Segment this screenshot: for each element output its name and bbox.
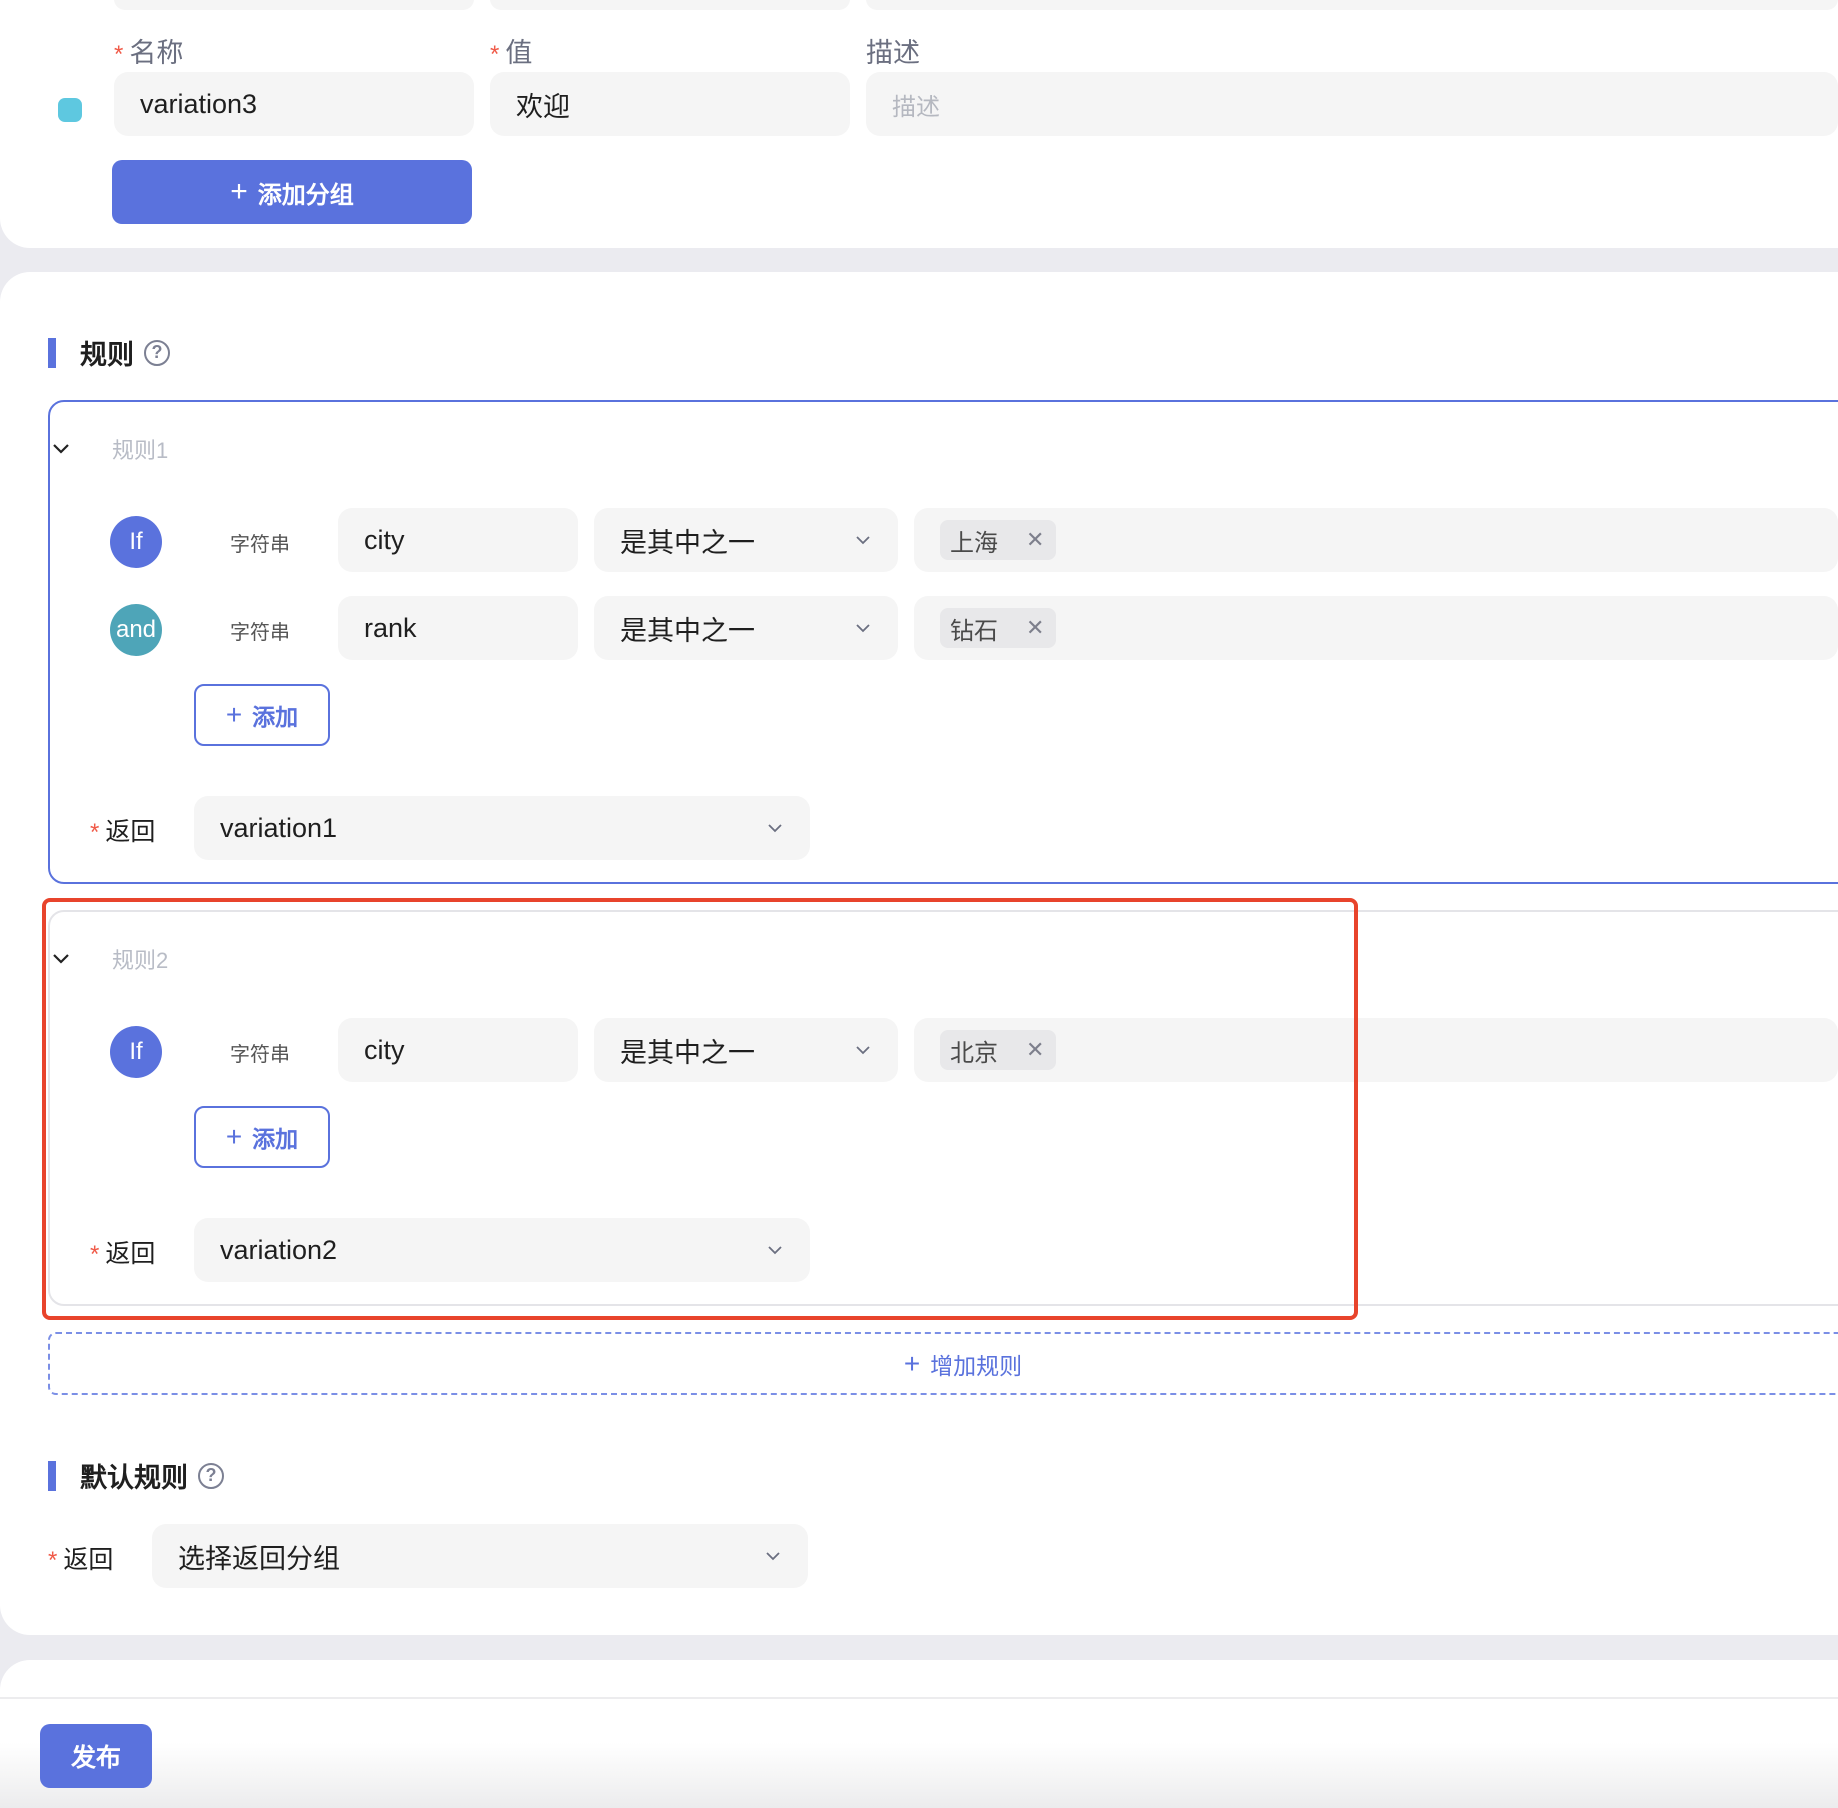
add-group-button[interactable]: + 添加分组 xyxy=(112,160,472,224)
return-variation-select[interactable]: variation1 xyxy=(194,796,810,860)
return-value: variation1 xyxy=(220,812,338,843)
close-icon[interactable]: ✕ xyxy=(1026,615,1044,641)
variation-name-input[interactable]: variation3 xyxy=(114,72,474,136)
values-select[interactable]: 上海 ✕ xyxy=(914,508,1838,572)
publish-button[interactable]: 发布 xyxy=(40,1724,152,1788)
return-label: * 返回 xyxy=(90,812,155,848)
value-tag: 北京 ✕ xyxy=(940,1030,1057,1070)
tag-label: 钻石 xyxy=(950,617,998,645)
value-tag: 钻石 ✕ xyxy=(940,608,1057,648)
rule-2-header[interactable]: 规则2 xyxy=(46,943,168,975)
attribute-type-label: 字符串 xyxy=(230,1044,290,1066)
rule-1-header[interactable]: 规则1 xyxy=(46,433,168,465)
return-label-text: 返回 xyxy=(105,1240,156,1268)
add-condition-button[interactable]: + 添加 xyxy=(194,1106,330,1168)
required-mark: * xyxy=(90,1241,100,1268)
tag-label: 上海 xyxy=(950,529,998,557)
close-icon[interactable]: ✕ xyxy=(1026,1037,1044,1063)
rule-name: 规则1 xyxy=(112,438,169,463)
if-badge: If xyxy=(110,1026,162,1078)
section-accent-bar xyxy=(48,1460,56,1491)
tag-label: 北京 xyxy=(950,1039,998,1067)
return-label: * 返回 xyxy=(90,1234,155,1270)
required-mark: * xyxy=(490,41,500,68)
rule-name: 规则2 xyxy=(112,948,169,973)
close-icon[interactable]: ✕ xyxy=(1026,527,1044,553)
prev-description-input[interactable] xyxy=(866,0,1838,10)
help-icon[interactable]: ? xyxy=(144,339,170,366)
operator-select[interactable]: 是其中之一 xyxy=(594,1018,898,1082)
operator-value: 是其中之一 xyxy=(620,1037,755,1068)
chevron-down-icon xyxy=(766,1552,780,1561)
plus-icon: + xyxy=(230,175,248,208)
plus-icon: + xyxy=(225,699,243,730)
chevron-down-icon xyxy=(856,1046,870,1055)
values-select[interactable]: 钻石 ✕ xyxy=(914,596,1838,660)
chevron-down-icon[interactable] xyxy=(46,944,76,974)
value-label: * 值 xyxy=(490,38,532,70)
return-variation-select[interactable]: variation2 xyxy=(194,1218,810,1282)
return-value: variation2 xyxy=(220,1234,338,1265)
name-label: * 名称 xyxy=(114,38,183,70)
attribute-input[interactable]: rank xyxy=(338,596,578,660)
required-mark: * xyxy=(48,1547,58,1574)
prev-value-input[interactable] xyxy=(490,0,850,10)
and-badge: and xyxy=(110,604,162,656)
if-badge: If xyxy=(110,516,162,568)
default-return-placeholder: 选择返回分组 xyxy=(178,1543,340,1574)
variation-color-swatch[interactable] xyxy=(58,98,82,122)
default-return-select[interactable]: 选择返回分组 xyxy=(152,1524,808,1588)
rules-title-text: 规则 xyxy=(80,340,134,370)
add-condition-label: 添加 xyxy=(252,1126,299,1152)
prev-name-input[interactable] xyxy=(114,0,474,10)
footer-bar xyxy=(0,1697,1838,1808)
chevron-down-icon xyxy=(856,536,870,545)
variation-value-input[interactable]: 欢迎 xyxy=(490,72,850,136)
plus-icon: + xyxy=(225,1121,243,1152)
rules-section-title: 规则 ? xyxy=(48,333,170,372)
add-rule-button[interactable]: + 增加规则 xyxy=(48,1332,1838,1395)
default-return-label: * 返回 xyxy=(48,1540,113,1576)
value-tag: 上海 ✕ xyxy=(940,520,1057,560)
attribute-input[interactable]: city xyxy=(338,508,578,572)
description-label: 描述 xyxy=(866,38,920,68)
chevron-down-icon xyxy=(856,624,870,633)
required-mark: * xyxy=(114,41,124,68)
operator-select[interactable]: 是其中之一 xyxy=(594,508,898,572)
operator-select[interactable]: 是其中之一 xyxy=(594,596,898,660)
chevron-down-icon xyxy=(768,1246,782,1255)
required-mark: * xyxy=(90,819,100,846)
default-return-label-text: 返回 xyxy=(63,1546,114,1574)
operator-value: 是其中之一 xyxy=(620,615,755,646)
attribute-type-label: 字符串 xyxy=(230,622,290,644)
chevron-down-icon xyxy=(768,824,782,833)
values-select[interactable]: 北京 ✕ xyxy=(914,1018,1838,1082)
add-group-label: 添加分组 xyxy=(257,181,354,209)
section-accent-bar xyxy=(48,337,56,368)
chevron-down-icon[interactable] xyxy=(46,434,76,464)
default-rule-title-text: 默认规则 xyxy=(80,1463,188,1493)
help-icon[interactable]: ? xyxy=(198,1462,224,1489)
variation-description-input[interactable]: 描述 xyxy=(866,72,1838,136)
default-rule-section-title: 默认规则 ? xyxy=(48,1456,224,1495)
return-label-text: 返回 xyxy=(105,818,156,846)
add-condition-button[interactable]: + 添加 xyxy=(194,684,330,746)
add-condition-label: 添加 xyxy=(252,704,299,730)
name-label-text: 名称 xyxy=(129,38,184,68)
attribute-input[interactable]: city xyxy=(338,1018,578,1082)
add-rule-label: 增加规则 xyxy=(930,1352,1023,1379)
value-label-text: 值 xyxy=(505,38,533,68)
operator-value: 是其中之一 xyxy=(620,527,755,558)
attribute-type-label: 字符串 xyxy=(230,534,290,556)
plus-icon: + xyxy=(903,1347,921,1379)
